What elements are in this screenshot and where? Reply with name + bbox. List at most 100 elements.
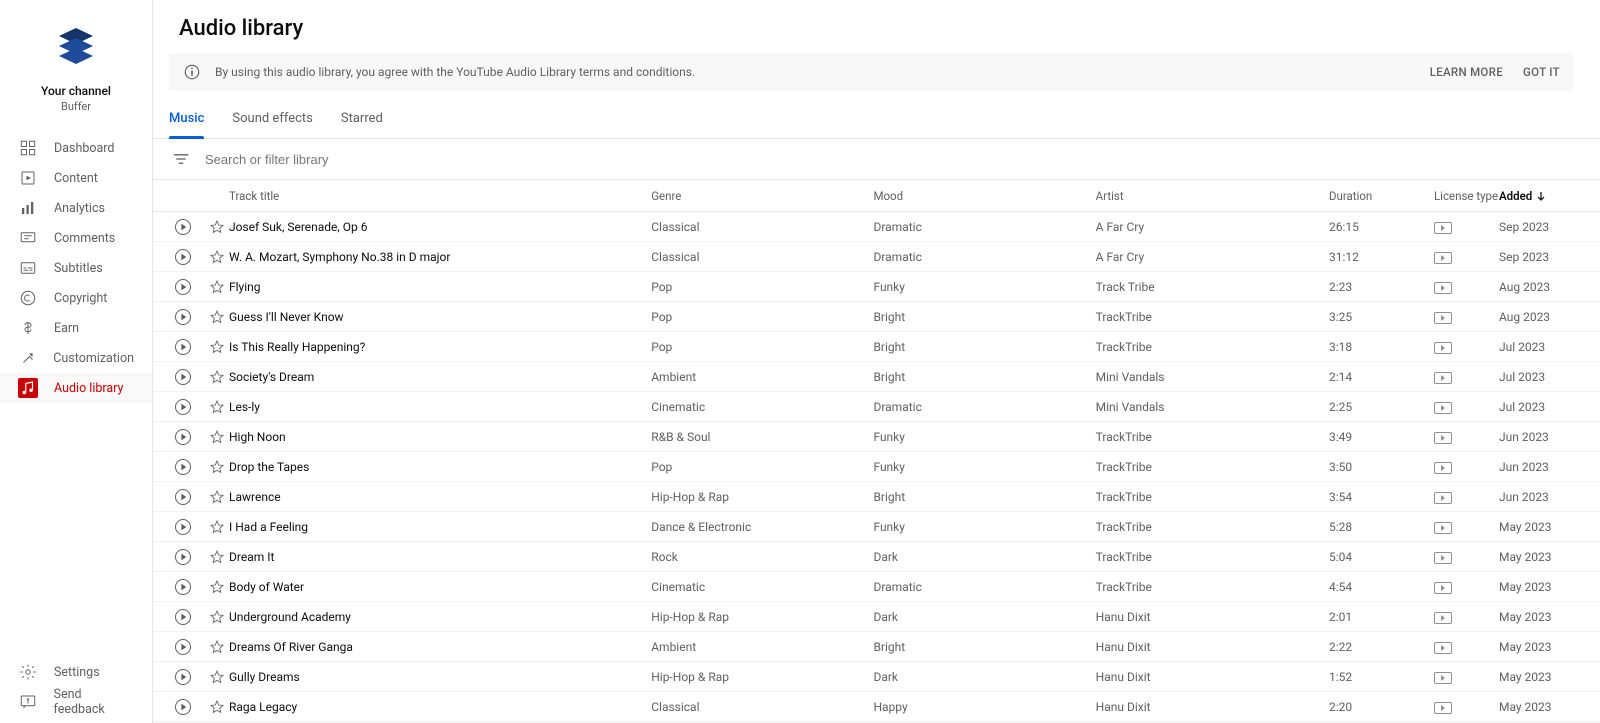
col-genre[interactable]: Genre [651,189,873,203]
track-license[interactable] [1434,370,1499,384]
track-title[interactable]: Lawrence [229,490,651,504]
track-title[interactable]: I Had a Feeling [229,520,651,534]
track-mood[interactable]: Funky [873,430,1095,444]
track-title[interactable]: Dreams Of River Ganga [229,640,651,654]
track-title[interactable]: Body of Water [229,580,651,594]
track-mood[interactable]: Dark [873,670,1095,684]
track-mood[interactable]: Bright [873,490,1095,504]
track-genre[interactable]: Cinematic [651,400,873,414]
track-genre[interactable]: Hip-Hop & Rap [651,610,873,624]
star-button[interactable] [205,605,229,629]
track-license[interactable] [1434,670,1499,684]
track-mood[interactable]: Dramatic [873,250,1095,264]
track-artist[interactable]: Hanu Dixit [1096,610,1329,624]
track-artist[interactable]: TrackTribe [1096,460,1329,474]
track-title[interactable]: Society's Dream [229,370,651,384]
track-artist[interactable]: TrackTribe [1096,430,1329,444]
col-added[interactable]: Added [1499,189,1574,203]
track-artist[interactable]: A Far Cry [1096,250,1329,264]
play-button[interactable] [171,425,195,449]
star-button[interactable] [205,425,229,449]
learn-more-button[interactable]: LEARN MORE [1430,65,1503,79]
sidebar-item-earn[interactable]: Earn [0,313,152,343]
track-title[interactable]: Les-ly [229,400,651,414]
track-mood[interactable]: Dramatic [873,400,1095,414]
track-genre[interactable]: Pop [651,340,873,354]
sidebar-item-customization[interactable]: Customization [0,343,152,373]
track-title[interactable]: Josef Suk, Serenade, Op 6 [229,220,651,234]
track-license[interactable] [1434,580,1499,594]
track-genre[interactable]: Dance & Electronic [651,520,873,534]
track-artist[interactable]: Hanu Dixit [1096,670,1329,684]
track-mood[interactable]: Dramatic [873,580,1095,594]
got-it-button[interactable]: GOT IT [1523,65,1560,79]
play-button[interactable] [171,485,195,509]
track-artist[interactable]: Hanu Dixit [1096,700,1329,714]
track-mood[interactable]: Dramatic [873,220,1095,234]
track-genre[interactable]: Ambient [651,370,873,384]
track-artist[interactable]: Hanu Dixit [1096,640,1329,654]
track-mood[interactable]: Bright [873,370,1095,384]
track-mood[interactable]: Funky [873,460,1095,474]
star-button[interactable] [205,545,229,569]
track-title[interactable]: Gully Dreams [229,670,651,684]
track-license[interactable] [1434,340,1499,354]
play-button[interactable] [171,365,195,389]
track-genre[interactable]: R&B & Soul [651,430,873,444]
play-button[interactable] [171,215,195,239]
star-button[interactable] [205,305,229,329]
track-artist[interactable]: TrackTribe [1096,310,1329,324]
track-artist[interactable]: Track Tribe [1096,280,1329,294]
track-license[interactable] [1434,280,1499,294]
track-artist[interactable]: Mini Vandals [1096,370,1329,384]
track-mood[interactable]: Dark [873,550,1095,564]
star-button[interactable] [205,515,229,539]
track-artist[interactable]: TrackTribe [1096,550,1329,564]
sidebar-item-subtitles[interactable]: Subtitles [0,253,152,283]
play-button[interactable] [171,305,195,329]
track-genre[interactable]: Classical [651,220,873,234]
tab-music[interactable]: Music [169,101,204,138]
star-button[interactable] [205,635,229,659]
track-genre[interactable]: Classical [651,700,873,714]
play-button[interactable] [171,245,195,269]
track-genre[interactable]: Pop [651,310,873,324]
track-mood[interactable]: Funky [873,280,1095,294]
track-title[interactable]: Drop the Tapes [229,460,651,474]
tab-sound-effects[interactable]: Sound effects [232,101,312,138]
track-license[interactable] [1434,430,1499,444]
play-button[interactable] [171,275,195,299]
col-title[interactable]: Track title [229,189,651,203]
play-button[interactable] [171,515,195,539]
track-genre[interactable]: Pop [651,460,873,474]
track-license[interactable] [1434,640,1499,654]
track-license[interactable] [1434,400,1499,414]
star-button[interactable] [205,695,229,719]
sidebar-item-audio-library[interactable]: Audio library [0,373,152,403]
track-license[interactable] [1434,700,1499,714]
star-button[interactable] [205,485,229,509]
track-genre[interactable]: Rock [651,550,873,564]
track-artist[interactable]: Mini Vandals [1096,400,1329,414]
track-license[interactable] [1434,460,1499,474]
track-license[interactable] [1434,490,1499,504]
channel-avatar[interactable] [51,22,101,72]
star-button[interactable] [205,455,229,479]
star-button[interactable] [205,275,229,299]
track-artist[interactable]: A Far Cry [1096,220,1329,234]
play-button[interactable] [171,575,195,599]
track-title[interactable]: W. A. Mozart, Symphony No.38 in D major [229,250,651,264]
star-button[interactable] [205,575,229,599]
track-artist[interactable]: TrackTribe [1096,520,1329,534]
track-title[interactable]: Raga Legacy [229,700,651,714]
tab-starred[interactable]: Starred [341,101,383,138]
track-artist[interactable]: TrackTribe [1096,340,1329,354]
star-button[interactable] [205,395,229,419]
play-button[interactable] [171,665,195,689]
sidebar-item-comments[interactable]: Comments [0,223,152,253]
track-title[interactable]: Is This Really Happening? [229,340,651,354]
track-genre[interactable]: Pop [651,280,873,294]
col-duration[interactable]: Duration [1329,189,1434,203]
track-mood[interactable]: Bright [873,640,1095,654]
track-license[interactable] [1434,220,1499,234]
